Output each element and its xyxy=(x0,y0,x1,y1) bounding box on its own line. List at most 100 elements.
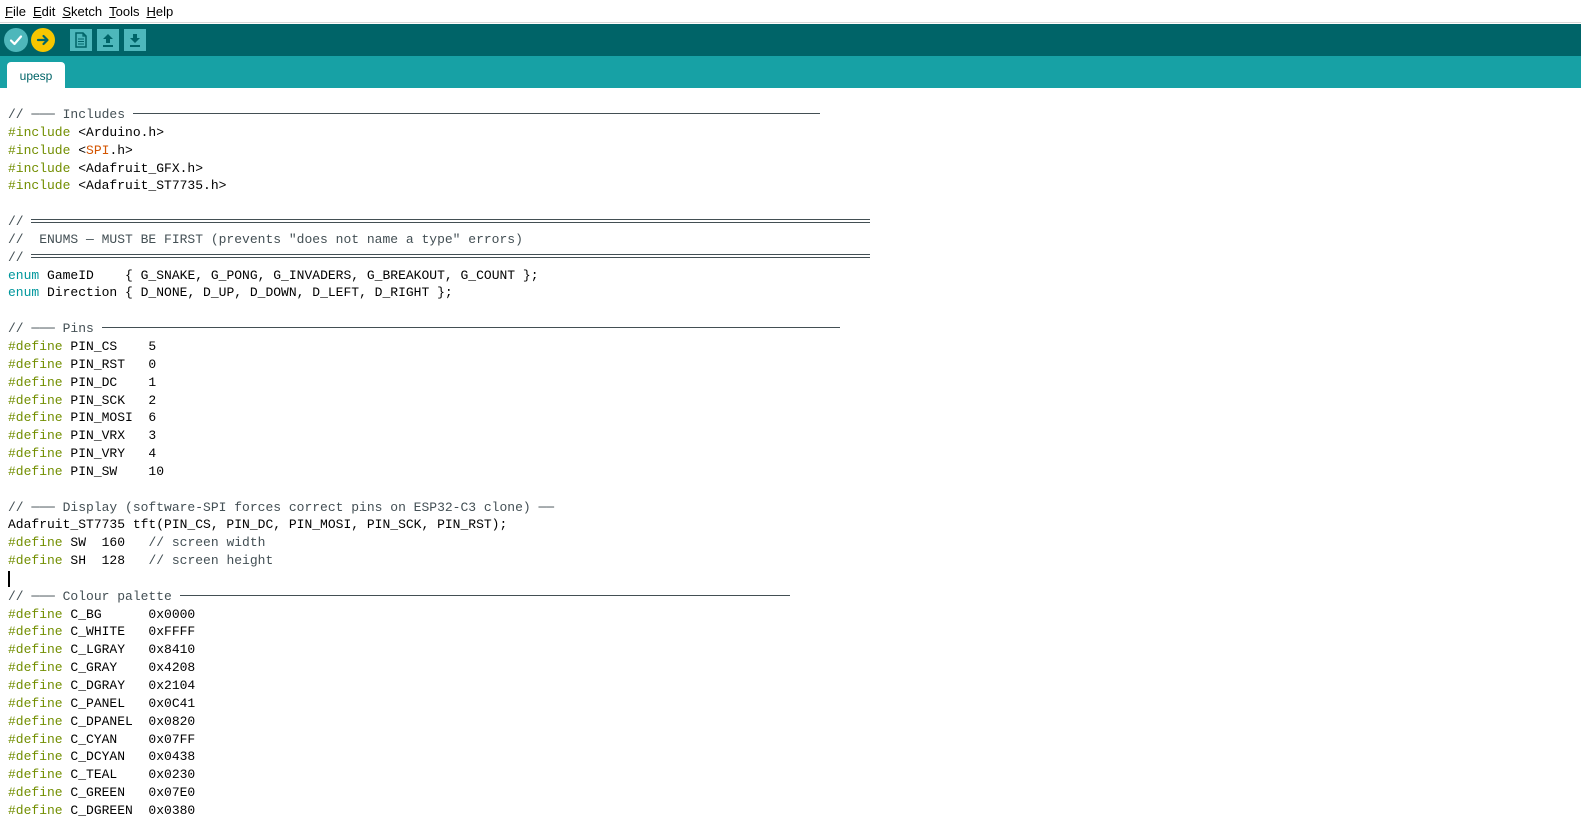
menu-bar: File Edit Sketch Tools Help xyxy=(0,0,1581,23)
code-text[interactable]: // ─── Includes #include <Arduino.h> #inc… xyxy=(8,106,870,820)
code-token: .h> xyxy=(109,142,133,158)
code-token: #define xyxy=(8,695,63,711)
upload-icon xyxy=(36,34,49,46)
code-token: // xyxy=(8,214,32,230)
code-token: C_CYAN 0x07FF xyxy=(62,731,196,747)
code-token: #include xyxy=(8,124,79,140)
code-line: // ─── Colour palette xyxy=(8,588,870,606)
code-line: // ENUMS — MUST BE FIRST (prevents "does… xyxy=(8,231,870,249)
code-token: #define xyxy=(8,713,63,729)
code-line: #define PIN_SCK 2 xyxy=(8,392,870,410)
code-token: #define xyxy=(8,606,63,622)
code-line: // ─── Includes xyxy=(8,106,870,124)
save-sketch-icon xyxy=(130,34,140,47)
code-token: // screen width xyxy=(148,535,266,551)
code-editor[interactable]: // ─── Includes #include <Arduino.h> #inc… xyxy=(0,88,1581,831)
code-token: // screen height xyxy=(148,553,274,569)
code-line: Adafruit_ST7735 tft(PIN_CS, PIN_DC, PIN_… xyxy=(8,516,870,534)
code-token: // xyxy=(8,249,32,265)
code-token: C_GREEN 0x07E0 xyxy=(62,785,196,801)
code-line: #define C_CYAN 0x07FF xyxy=(8,731,870,749)
new-sketch-button[interactable] xyxy=(70,29,92,51)
code-token: C_GRAY 0x4208 xyxy=(62,660,196,676)
comment-rule xyxy=(101,327,840,329)
menu-help[interactable]: Help xyxy=(144,0,178,23)
code-token: SH 128 xyxy=(62,553,149,569)
verify-button[interactable] xyxy=(4,28,28,52)
code-line: #define PIN_SW 10 xyxy=(8,463,870,481)
code-line: #include <Adafruit_GFX.h> xyxy=(8,160,870,178)
code-token: #define xyxy=(8,767,63,783)
menu-label: ketch xyxy=(71,3,103,19)
code-token: C_PANEL 0x0C41 xyxy=(62,695,196,711)
code-token: enum xyxy=(8,285,40,301)
open-sketch-button[interactable] xyxy=(97,29,119,51)
code-token: #define xyxy=(8,374,63,390)
code-token: #include xyxy=(8,142,79,158)
code-line: enum GameID { G_SNAKE, G_PONG, G_INVADER… xyxy=(8,267,870,285)
upload-button[interactable] xyxy=(31,28,55,52)
code-token: enum xyxy=(8,267,40,283)
menu-edit[interactable]: Edit xyxy=(31,0,60,23)
code-token: #define xyxy=(8,446,63,462)
code-token: PIN_VRX 3 xyxy=(62,428,157,444)
code-line: #define C_GRAY 0x4208 xyxy=(8,659,870,677)
code-token: #define xyxy=(8,356,63,372)
code-line: // xyxy=(8,249,870,267)
code-line: #include <SPI.h> xyxy=(8,142,870,160)
code-token: #define xyxy=(8,410,63,426)
menu-label: ools xyxy=(115,3,140,19)
code-line: #define SW 160 // screen width xyxy=(8,534,870,552)
code-line: #define C_DGRAY 0x2104 xyxy=(8,677,870,695)
comment-rule xyxy=(31,218,870,223)
code-token: // ─── Pins xyxy=(8,321,102,337)
code-token: #define xyxy=(8,392,63,408)
code-token: C_DGRAY 0x2104 xyxy=(62,678,196,693)
code-token: Direction { D_NONE, D_UP, D_DOWN, D_LEFT… xyxy=(39,285,453,301)
verify-icon xyxy=(9,35,23,46)
code-line: // xyxy=(8,213,870,231)
code-token: #define xyxy=(8,785,63,801)
code-line: #define PIN_VRX 3 xyxy=(8,427,870,445)
new-sketch-icon xyxy=(75,32,87,48)
code-token: C_DPANEL 0x0820 xyxy=(62,713,196,729)
menu-file[interactable]: File xyxy=(3,0,31,23)
code-line: #define C_DGREEN 0x0380 xyxy=(8,802,870,820)
code-line: #define PIN_MOSI 6 xyxy=(8,409,870,427)
tab-bar: upesp xyxy=(0,56,1581,88)
menu-sketch[interactable]: Sketch xyxy=(60,0,107,23)
code-token: C_TEAL 0x0230 xyxy=(62,767,196,783)
code-line: #define PIN_VRY 4 xyxy=(8,445,870,463)
menu-label: elp xyxy=(155,3,174,19)
code-token: C_WHITE 0xFFFF xyxy=(62,624,196,640)
code-token: PIN_DC 1 xyxy=(62,374,157,390)
open-sketch-icon xyxy=(103,34,113,47)
code-token: #define xyxy=(8,553,63,569)
code-line: #define PIN_DC 1 xyxy=(8,374,870,392)
menu-label: ile xyxy=(12,3,26,19)
code-token: C_DGREEN 0x0380 xyxy=(62,802,196,818)
code-token: C_DCYAN 0x0438 xyxy=(62,749,196,765)
code-token: // ─── Display (software-SPI forces corr… xyxy=(8,499,555,515)
code-token: SPI xyxy=(86,142,110,158)
code-token: C_BG 0x0000 xyxy=(62,606,196,622)
code-token: #define xyxy=(8,535,63,551)
menu-label: dit xyxy=(41,3,56,19)
code-token: PIN_VRY 4 xyxy=(62,446,157,462)
code-token: #define xyxy=(8,678,63,693)
code-token: #define xyxy=(8,642,63,658)
code-token: < xyxy=(78,142,87,158)
code-token: // ─── Colour palette xyxy=(8,588,180,604)
text-caret xyxy=(8,570,10,587)
tab-upesp[interactable]: upesp xyxy=(7,62,65,88)
code-line: #define SH 128 // screen height xyxy=(8,552,870,570)
menu-tools[interactable]: Tools xyxy=(107,0,144,23)
menu-accelerator: S xyxy=(62,3,72,19)
code-token: #define xyxy=(8,624,63,640)
code-line: // ─── Display (software-SPI forces corr… xyxy=(8,499,870,517)
code-line: #define C_WHITE 0xFFFF xyxy=(8,623,870,641)
code-token: C_LGRAY 0x8410 xyxy=(62,642,196,658)
code-token: #include xyxy=(8,160,79,176)
save-sketch-button[interactable] xyxy=(124,29,146,51)
